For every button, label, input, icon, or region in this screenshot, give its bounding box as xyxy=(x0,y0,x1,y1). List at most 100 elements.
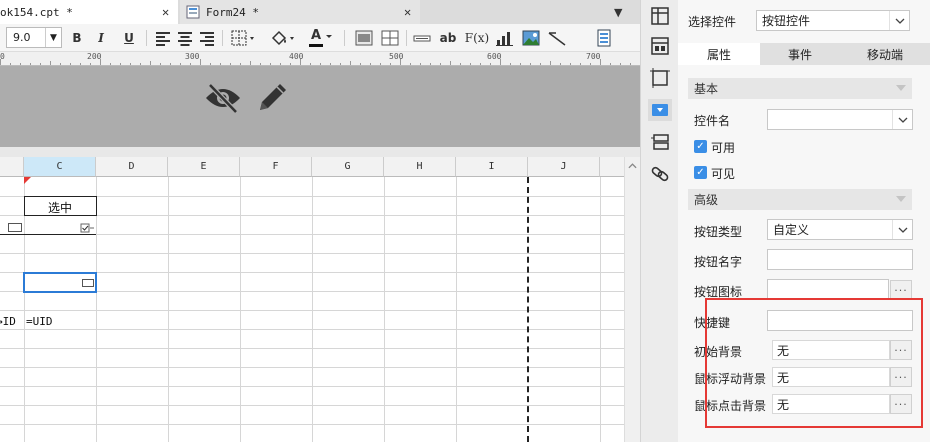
col-header-e[interactable]: E xyxy=(168,157,240,177)
ruler-tick xyxy=(290,63,291,65)
button-name-input[interactable] xyxy=(767,249,913,270)
grid-line-horizontal xyxy=(0,348,624,349)
widget-name-input[interactable] xyxy=(767,109,913,130)
side-toolbar xyxy=(640,0,678,442)
ruler-tick xyxy=(120,63,121,65)
hyperlink-icon[interactable] xyxy=(648,163,672,185)
scroll-up-icon[interactable] xyxy=(628,161,637,171)
chevron-down-icon xyxy=(889,11,909,30)
textbox-widget-icon xyxy=(8,223,22,232)
insert-image-icon[interactable] xyxy=(520,28,542,48)
page-break-line xyxy=(527,177,529,442)
underline-button[interactable]: U xyxy=(120,28,138,48)
fill-color-icon[interactable] xyxy=(268,28,296,48)
insert-row-icon[interactable] xyxy=(412,28,432,48)
section-basic[interactable]: 基本 xyxy=(688,78,912,99)
col-header-k[interactable] xyxy=(600,157,624,177)
canvas-divider xyxy=(0,147,640,157)
ruler-tick xyxy=(530,63,531,65)
widget-selector[interactable]: 按钮控件 xyxy=(756,10,910,31)
ruler-tick xyxy=(80,63,81,65)
align-left-icon[interactable] xyxy=(154,28,172,48)
ruler-tick xyxy=(90,63,91,65)
grid-line-horizontal xyxy=(0,386,624,387)
insert-subreport-icon[interactable] xyxy=(594,28,614,48)
button-icon-browse-button[interactable]: ··· xyxy=(890,280,912,300)
condition-icon[interactable] xyxy=(648,131,672,153)
chevron-down-icon: ▼ xyxy=(45,28,61,47)
toolbar-divider xyxy=(222,30,223,46)
highlight-annotation xyxy=(705,298,923,428)
col-header-d[interactable]: D xyxy=(96,157,168,177)
col-header-g[interactable]: G xyxy=(312,157,384,177)
ruler-tick xyxy=(550,61,551,65)
vertical-scrollbar[interactable] xyxy=(624,157,640,442)
ruler-tick xyxy=(220,63,221,65)
tab-list-menu-icon[interactable]: ▼ xyxy=(614,6,622,19)
ruler-tick xyxy=(510,63,511,65)
align-center-icon[interactable] xyxy=(176,28,194,48)
grid-line-horizontal xyxy=(0,424,624,425)
file-tab-bar: ok154.cpt * ✕ Form24 * ✕ ▼ xyxy=(0,0,640,24)
ruler-label: 400 xyxy=(289,52,304,61)
tab-mobile[interactable]: 移动端 xyxy=(840,43,930,65)
ruler-tick xyxy=(440,63,441,65)
cell-uid-formula: =UID xyxy=(26,315,53,328)
ruler-tick xyxy=(280,63,281,65)
toolbar-divider xyxy=(146,30,147,46)
cell-element-icon[interactable] xyxy=(648,67,672,89)
collapse-icon xyxy=(896,196,906,202)
tab-report-file[interactable]: ok154.cpt * ✕ xyxy=(0,0,178,24)
ruler-tick xyxy=(150,61,151,65)
grid-line-horizontal xyxy=(0,367,624,368)
pencil-icon[interactable] xyxy=(256,80,290,114)
split-cells-icon[interactable] xyxy=(380,28,400,48)
eye-slash-icon[interactable] xyxy=(204,82,242,114)
bold-button[interactable]: B xyxy=(68,28,86,48)
button-type-value: 自定义 xyxy=(773,223,810,237)
tab-form-file-label: Form24 * xyxy=(206,5,259,19)
format-toolbar: 9.0 ▼ B I U A ab F(x) xyxy=(0,24,640,52)
ruler-tick xyxy=(20,63,21,65)
form-canvas[interactable] xyxy=(0,66,640,147)
tab-form-file[interactable]: Form24 * ✕ xyxy=(180,0,420,24)
cell-attr-icon[interactable] xyxy=(648,35,672,57)
enabled-checkbox[interactable]: ✓ xyxy=(694,140,707,153)
tab-events[interactable]: 事件 xyxy=(760,43,840,65)
insert-formula-button[interactable]: F(x) xyxy=(464,28,490,48)
tab-properties[interactable]: 属性 xyxy=(678,43,760,65)
ruler-tick xyxy=(560,63,561,65)
ruler-tick xyxy=(170,63,171,65)
ruler-tick xyxy=(520,63,521,65)
col-header-j[interactable]: J xyxy=(528,157,600,177)
visible-checkbox[interactable]: ✓ xyxy=(694,166,707,179)
section-advanced[interactable]: 高级 xyxy=(688,189,912,210)
textbox-widget-icon xyxy=(82,279,94,287)
close-icon[interactable]: ✕ xyxy=(404,5,411,19)
ruler-tick xyxy=(40,63,41,65)
button-type-select[interactable]: 自定义 xyxy=(767,219,913,240)
col-header-f[interactable]: F xyxy=(240,157,312,177)
font-color-button[interactable]: A xyxy=(306,28,334,48)
ruler-tick xyxy=(310,63,311,65)
insert-text-button[interactable]: ab xyxy=(438,28,458,48)
col-header-c[interactable]: C xyxy=(24,157,96,177)
align-right-icon[interactable] xyxy=(198,28,216,48)
close-icon[interactable]: ✕ xyxy=(162,5,169,19)
col-header-h[interactable]: H xyxy=(384,157,456,177)
frozen-pane-icon[interactable] xyxy=(648,5,672,27)
insert-chart-icon[interactable] xyxy=(494,28,516,48)
col-header-i[interactable]: I xyxy=(456,157,528,177)
col-header-b[interactable] xyxy=(0,157,24,177)
border-icon[interactable] xyxy=(230,28,256,48)
font-size-select[interactable]: 9.0 ▼ xyxy=(6,27,62,48)
button-icon-input[interactable] xyxy=(767,279,889,300)
widget-settings-button[interactable] xyxy=(648,99,672,121)
italic-button[interactable]: I xyxy=(92,28,110,48)
ruler-tick xyxy=(200,59,201,65)
report-sheet[interactable]: C D E F G H I J 选中 →ID =UID xyxy=(0,157,624,442)
ruler-tick xyxy=(540,63,541,65)
insert-slash-icon[interactable] xyxy=(546,28,568,48)
chevron-down-icon xyxy=(326,35,332,38)
merge-cells-icon[interactable] xyxy=(354,28,374,48)
